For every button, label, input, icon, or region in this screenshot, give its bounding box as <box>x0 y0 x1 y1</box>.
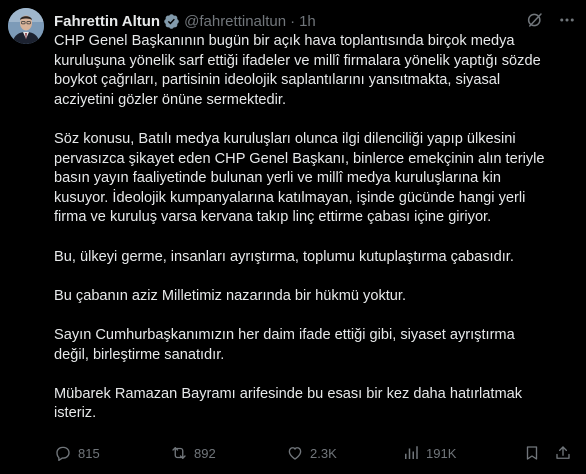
tweet-paragraph: Mübarek Ramazan Bayramı arifesinde bu es… <box>54 385 523 422</box>
like-button[interactable]: 2.3K <box>286 444 337 462</box>
more-options-icon[interactable] <box>558 11 576 29</box>
reply-count: 815 <box>78 445 100 461</box>
grok-icon[interactable] <box>526 11 544 29</box>
tweet-paragraph: Söz konusu, Batılı medya kuruluşları olu… <box>54 130 545 226</box>
author-name[interactable]: Fahrettin Altun <box>54 13 160 30</box>
views-chart-icon <box>402 444 420 462</box>
verified-badge-icon[interactable] <box>163 13 180 30</box>
separator-dot: · <box>290 12 296 30</box>
like-count: 2.3K <box>310 445 337 461</box>
heart-icon <box>286 444 304 462</box>
repost-count: 892 <box>194 445 216 461</box>
author-handle[interactable]: @fahrettinaltun <box>184 13 286 30</box>
share-button[interactable] <box>554 444 572 462</box>
tweet-text: CHP Genel Başkanının bugün bir açık hava… <box>54 32 576 443</box>
tweet-paragraph: Sayın Cumhurbaşkanımızın her daim ifade … <box>54 326 515 363</box>
tweet-actions-bar: 815 892 2.3K 191K <box>54 444 576 464</box>
bookmark-icon <box>523 444 541 462</box>
views-count: 191K <box>426 445 457 461</box>
views-button[interactable]: 191K <box>402 444 456 462</box>
repost-button[interactable]: 892 <box>170 444 216 462</box>
reply-icon <box>54 444 72 462</box>
tweet-paragraph: Bu, ülkeyi germe, insanları ayrıştırma, … <box>54 248 514 265</box>
tweet-timestamp[interactable]: 1h <box>299 13 316 30</box>
tweet-header: Fahrettin Altun @fahrettinaltun · 1h <box>54 11 576 31</box>
tweet-paragraph: CHP Genel Başkanının bugün bir açık hava… <box>54 33 541 108</box>
reply-button[interactable]: 815 <box>54 444 100 462</box>
tweet-paragraph: Bu çabanın aziz Milletimiz nazarında bir… <box>54 287 407 304</box>
repost-icon <box>170 444 188 462</box>
author-avatar[interactable] <box>8 8 44 44</box>
share-icon <box>554 444 572 462</box>
header-icons <box>526 11 576 29</box>
bookmark-button[interactable] <box>523 444 541 462</box>
